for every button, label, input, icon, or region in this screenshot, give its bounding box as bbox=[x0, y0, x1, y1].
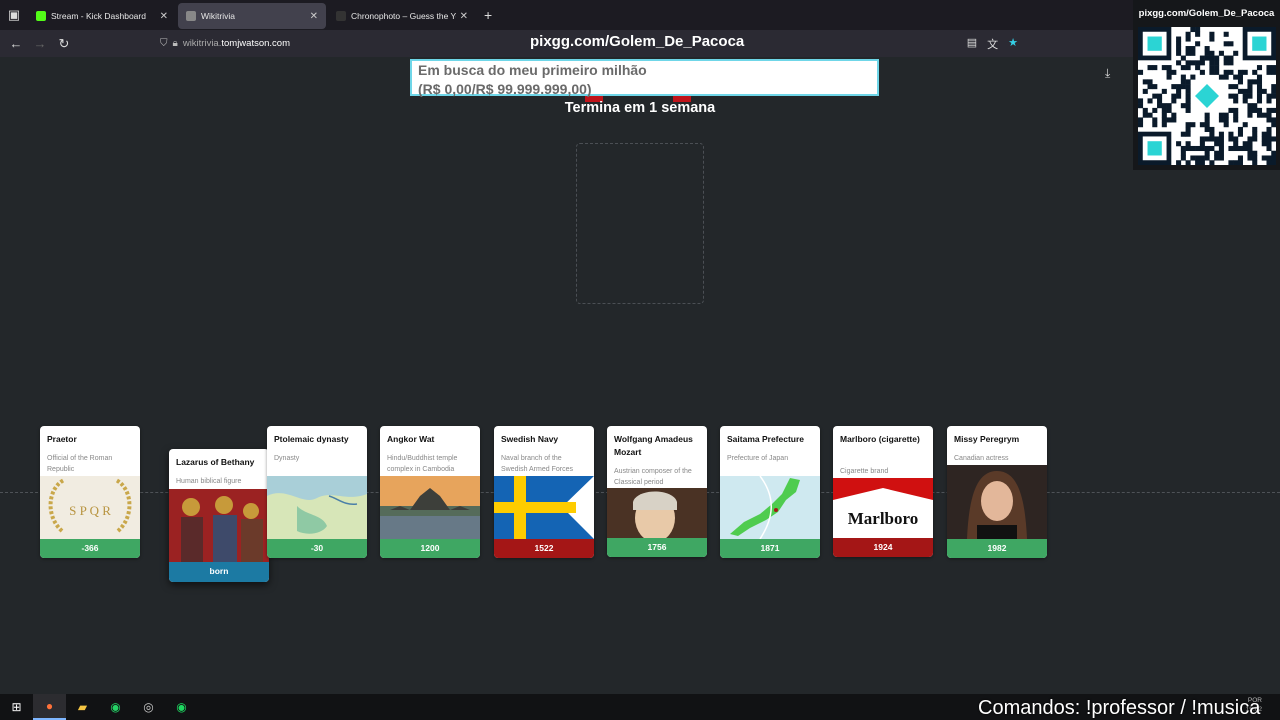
wikitrivia-favicon-icon bbox=[186, 11, 196, 21]
url-host: tomjwatson.com bbox=[221, 38, 290, 49]
tab-wikitrivia[interactable]: Wikitrivia ✕ bbox=[178, 3, 326, 29]
card-description: Official of the Roman Republic bbox=[47, 455, 113, 473]
back-icon[interactable]: ← bbox=[4, 36, 28, 51]
qr-overlay: pixgg.com/Golem_De_Pacoca bbox=[1133, 0, 1280, 170]
forward-icon[interactable]: → bbox=[28, 36, 52, 51]
chronophoto-favicon-icon bbox=[336, 11, 346, 21]
reload-icon[interactable]: ↻ bbox=[52, 36, 76, 52]
lock-icon[interactable]: 🔒︎ bbox=[173, 38, 178, 49]
card-image-temple bbox=[380, 476, 480, 539]
card-description: Cigarette brand bbox=[840, 468, 889, 475]
timeline-card-missy-peregrym[interactable]: Missy Peregrym Canadian actress 1982 bbox=[947, 426, 1047, 558]
tab-bar: ▣ Stream - Kick Dashboard ✕ Wikitrivia ✕… bbox=[0, 0, 1280, 30]
firefox-icon[interactable]: ● bbox=[33, 694, 66, 720]
card-image-logo: Marlboro bbox=[833, 478, 933, 538]
timeline-card-ptolemaic-dynasty[interactable]: Ptolemaic dynasty Dynasty -30 bbox=[267, 426, 367, 558]
shield-icon[interactable]: ⛉ bbox=[160, 38, 168, 49]
whatsapp-icon[interactable]: ◉ bbox=[99, 694, 132, 720]
bookmark-star-icon[interactable]: ★ bbox=[1008, 36, 1018, 52]
timeline-card-saitama[interactable]: Saitama Prefecture Prefecture of Japan 1… bbox=[720, 426, 820, 558]
card-image-portrait bbox=[607, 488, 707, 538]
timeline-card-swedish-navy[interactable]: Swedish Navy Naval branch of the Swedish… bbox=[494, 426, 594, 558]
next-card-slot bbox=[576, 143, 704, 304]
card-description: Prefecture of Japan bbox=[727, 455, 789, 462]
tab-list-icon[interactable]: ▣ bbox=[0, 0, 28, 30]
windows-start-icon[interactable]: ⊞ bbox=[0, 694, 33, 720]
obs-icon[interactable]: ◎ bbox=[132, 694, 165, 720]
card-title: Wolfgang Amadeus Mozart bbox=[614, 434, 693, 457]
translate-icon[interactable]: 文 bbox=[987, 36, 998, 52]
card-year: -366 bbox=[40, 539, 140, 558]
card-title: Missy Peregrym bbox=[954, 434, 1020, 444]
card-description: Hindu/Buddhist temple complex in Cambodi… bbox=[387, 455, 458, 473]
timeline-card-angkor-wat[interactable]: Angkor Wat Hindu/Buddhist temple complex… bbox=[380, 426, 480, 558]
card-title: Ptolemaic dynasty bbox=[274, 434, 349, 444]
active-card-lazarus[interactable]: Lazarus of Bethany Human biblical figure… bbox=[169, 449, 269, 582]
tab-title: Chronophoto – Guess the Year bbox=[351, 11, 456, 21]
card-image-flag bbox=[494, 476, 594, 539]
qr-url-label: pixgg.com/Golem_De_Pacoca bbox=[1138, 8, 1275, 19]
donation-goal-amount: (R$ 0,00/R$ 99.999.999,00) bbox=[418, 81, 592, 97]
card-year: -30 bbox=[267, 539, 367, 558]
card-year: 1871 bbox=[720, 539, 820, 558]
card-title: Angkor Wat bbox=[387, 434, 435, 444]
stream-overlay-title: pixgg.com/Golem_De_Pacoca bbox=[530, 33, 745, 50]
url-prefix: wikitrivia. bbox=[182, 38, 222, 49]
card-description: Austrian composer of the Classical perio… bbox=[614, 468, 692, 486]
spqr-text: S P Q R bbox=[69, 503, 111, 518]
card-image-spqr: S P Q R bbox=[40, 476, 140, 539]
countdown-text: Termina em 1 semana bbox=[564, 100, 716, 116]
card-title: Saitama Prefecture bbox=[727, 434, 805, 444]
timeline-card-mozart[interactable]: Wolfgang Amadeus Mozart Austrian compose… bbox=[607, 426, 707, 557]
file-explorer-icon[interactable]: ▰ bbox=[66, 694, 99, 720]
spotify-icon[interactable]: ◉ bbox=[165, 694, 198, 720]
card-title: Swedish Navy bbox=[501, 434, 559, 444]
card-image-portrait bbox=[947, 465, 1047, 539]
card-title: Marlboro (cigarette) bbox=[840, 434, 920, 444]
card-year: 1756 bbox=[607, 538, 707, 557]
card-description: Human biblical figure bbox=[176, 478, 242, 485]
card-label: born bbox=[169, 562, 269, 582]
tab-title: Wikitrivia bbox=[201, 11, 235, 21]
commands-overlay-text: Comandos: !professor / !musica bbox=[978, 697, 1261, 719]
kick-favicon-icon bbox=[36, 11, 46, 21]
timeline-card-praetor[interactable]: Praetor Official of the Roman Republic S… bbox=[40, 426, 140, 558]
card-year: 1982 bbox=[947, 539, 1047, 558]
download-icon[interactable]: ⤓ bbox=[1105, 66, 1110, 81]
close-tab-icon[interactable]: ✕ bbox=[310, 11, 318, 22]
tab-chronophoto[interactable]: Chronophoto – Guess the Year ✕ bbox=[328, 3, 476, 29]
close-tab-icon[interactable]: ✕ bbox=[160, 11, 168, 22]
card-image-icon bbox=[169, 489, 269, 562]
donation-goal-title: Em busca do meu primeiro milhão bbox=[418, 62, 647, 78]
card-year: 1200 bbox=[380, 539, 480, 558]
close-tab-icon[interactable]: ✕ bbox=[460, 11, 468, 22]
card-description: Canadian actress bbox=[954, 455, 1009, 462]
card-year: 1522 bbox=[494, 539, 594, 558]
card-description: Naval branch of the Swedish Armed Forces bbox=[501, 455, 573, 473]
card-year: 1924 bbox=[833, 538, 933, 557]
card-image-map bbox=[267, 476, 367, 539]
donation-goal-bar: Em busca do meu primeiro milhão (R$ 0,00… bbox=[410, 59, 879, 97]
tab-kick[interactable]: Stream - Kick Dashboard ✕ bbox=[28, 3, 176, 29]
card-description: Dynasty bbox=[274, 455, 300, 462]
timeline-card-marlboro[interactable]: Marlboro (cigarette) Cigarette brand Mar… bbox=[833, 426, 933, 557]
marlboro-logo-text: Marlboro bbox=[848, 509, 919, 528]
tab-title: Stream - Kick Dashboard bbox=[51, 11, 146, 21]
card-image-japan-map bbox=[720, 476, 820, 539]
card-title: Lazarus of Bethany bbox=[176, 457, 255, 467]
qr-code-icon bbox=[1138, 27, 1276, 165]
card-title: Praetor bbox=[47, 434, 77, 444]
reader-view-icon[interactable]: ▤ bbox=[967, 36, 977, 52]
new-tab-icon[interactable]: + bbox=[484, 7, 492, 23]
